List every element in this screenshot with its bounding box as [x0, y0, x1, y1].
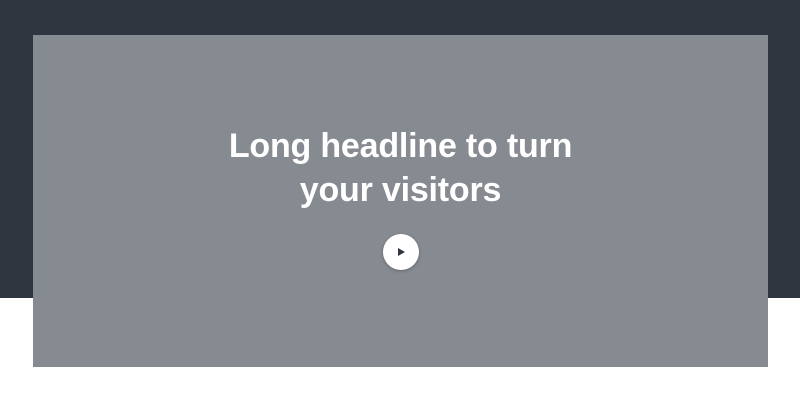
play-icon	[398, 248, 405, 256]
hero-headline: Long headline to turn your visitors	[228, 127, 573, 209]
video-hero-card[interactable]: Long headline to turn your visitors	[33, 35, 768, 367]
page: Long headline to turn your visitors	[0, 0, 800, 402]
play-button[interactable]	[382, 234, 419, 270]
